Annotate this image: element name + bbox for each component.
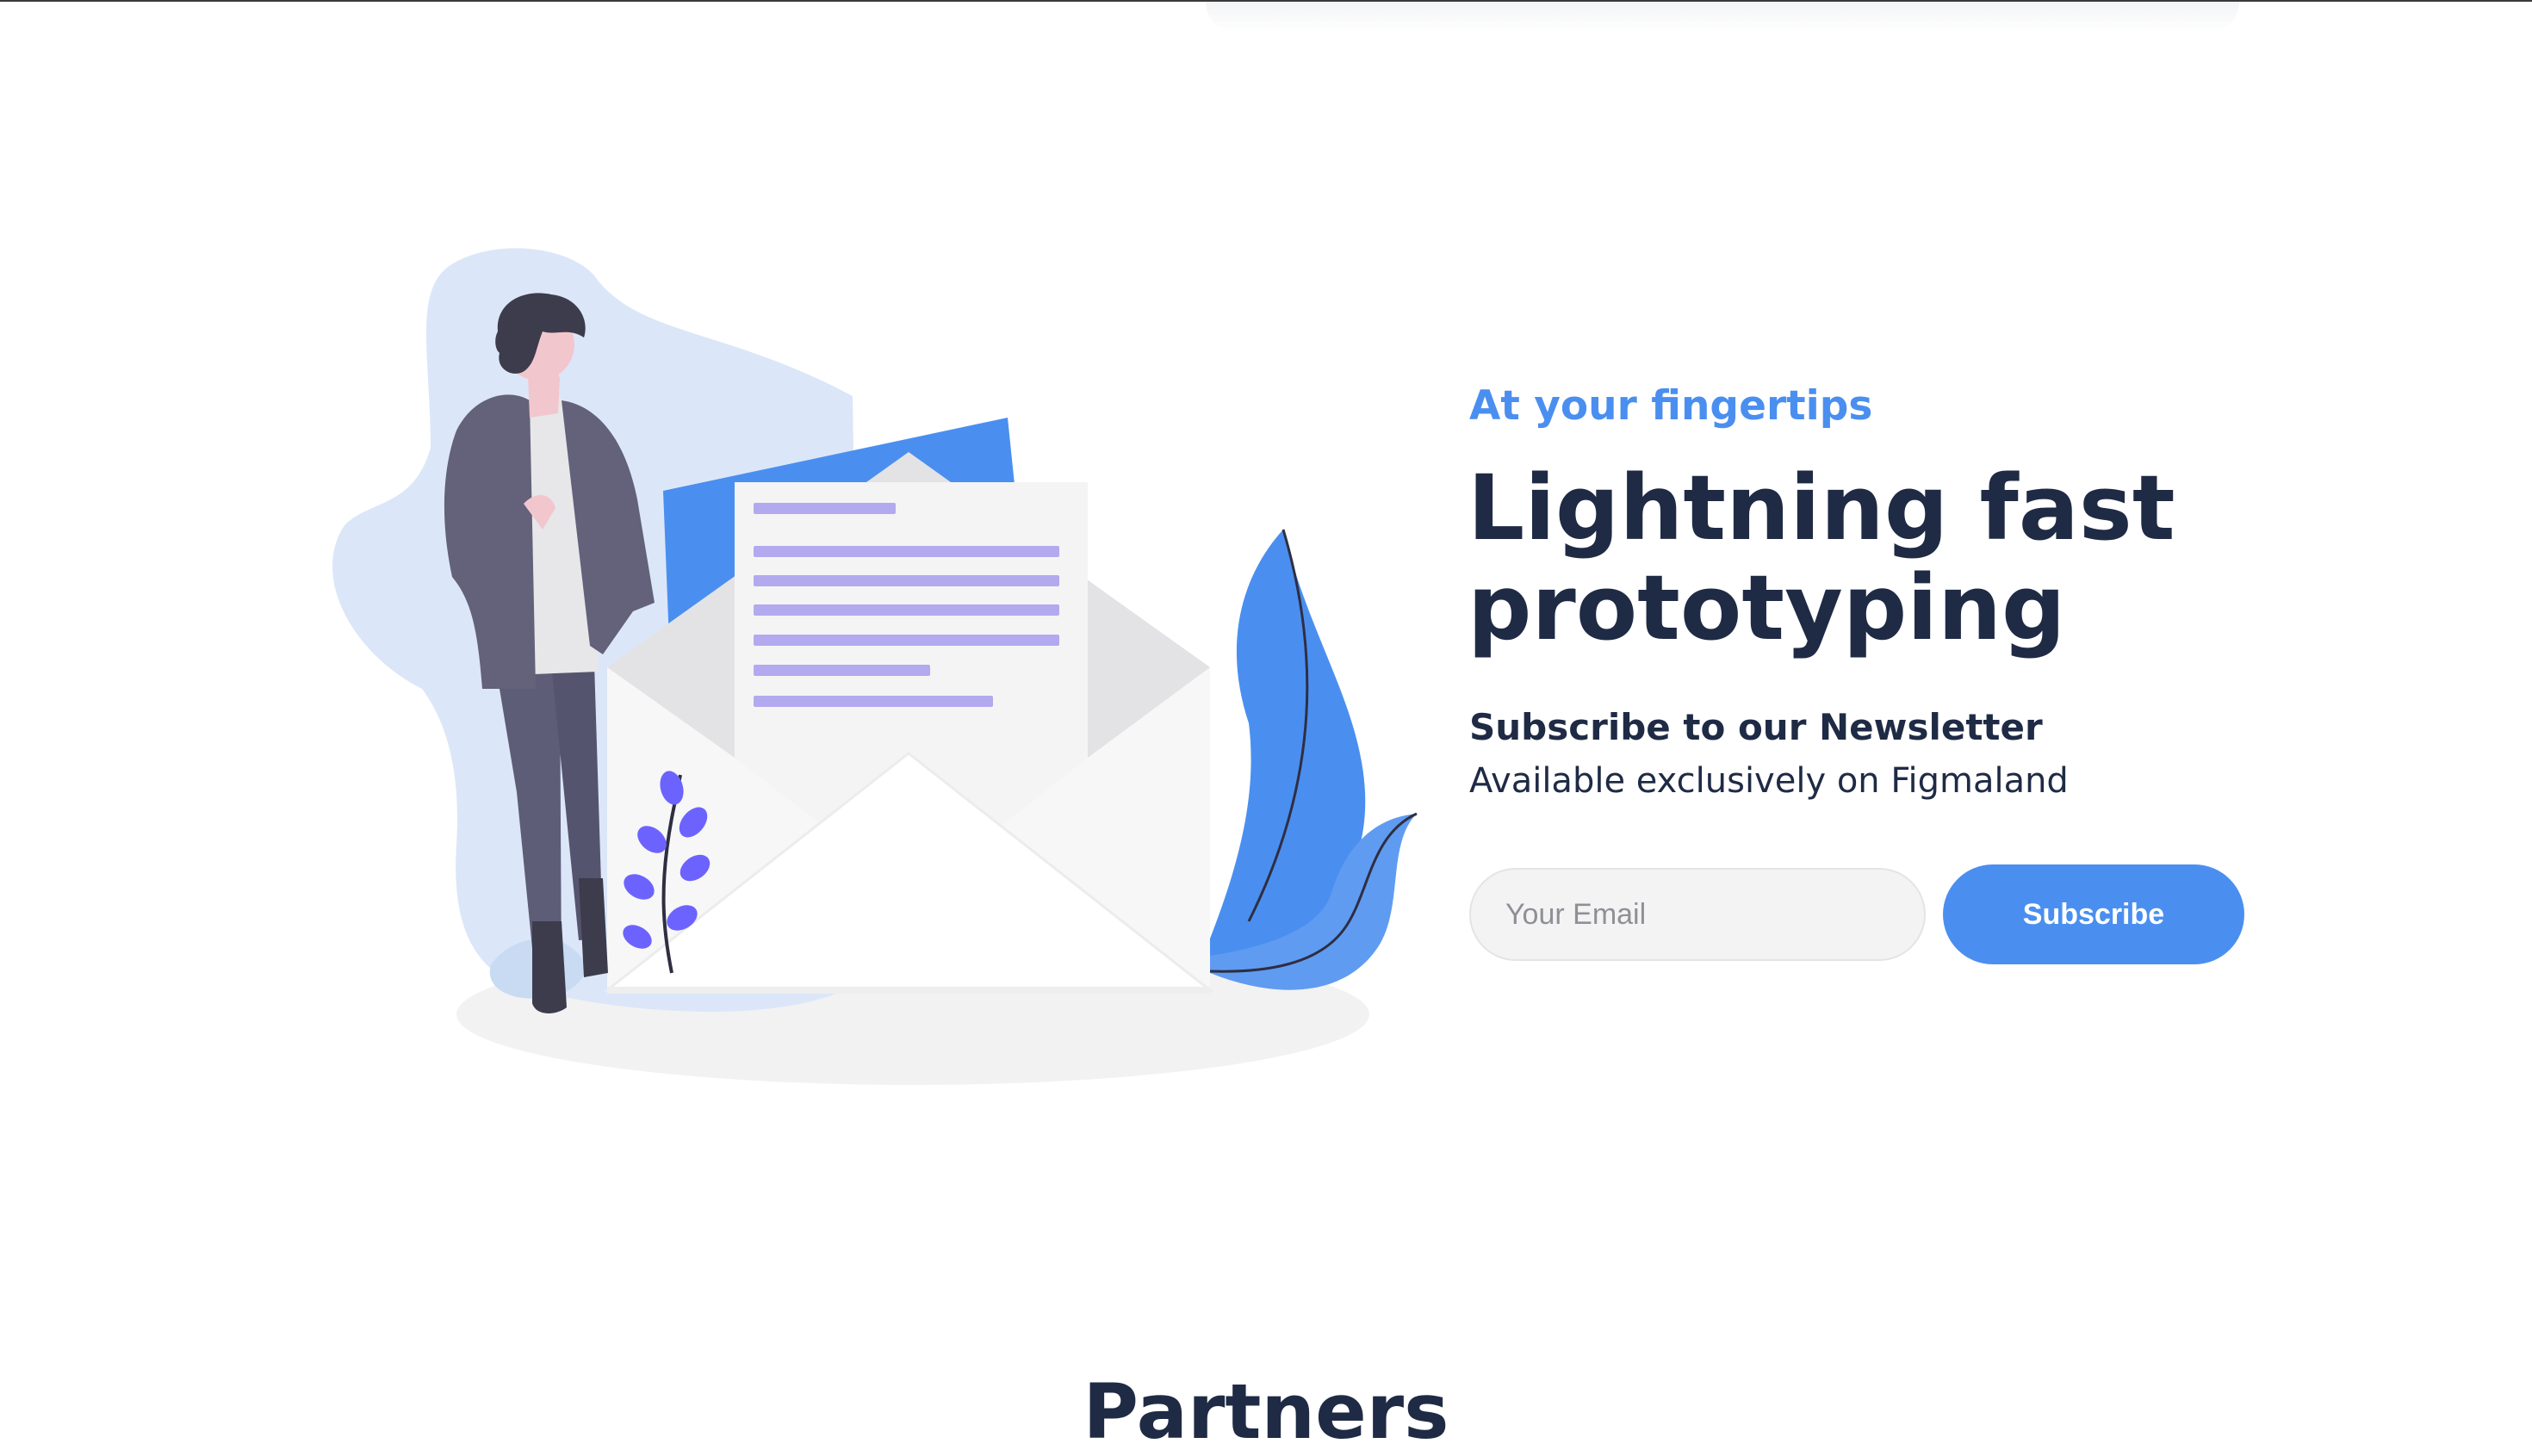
email-input[interactable] — [1469, 868, 1926, 961]
partners-heading: Partners — [1083, 1367, 1449, 1456]
header-shadow — [1206, 2, 2239, 33]
subscribe-button[interactable]: Subscribe — [1943, 864, 2244, 964]
newsletter-illustration — [310, 241, 1430, 1102]
section-headline: Lightning fast prototyping — [1468, 455, 2175, 660]
blue-leaves — [1209, 529, 1418, 990]
section-eyebrow: At your fingertips — [1469, 382, 1873, 430]
newsletter-title: Subscribe to our Newsletter — [1469, 706, 2043, 748]
newsletter-subtitle: Available exclusively on Figmaland — [1469, 761, 2069, 801]
